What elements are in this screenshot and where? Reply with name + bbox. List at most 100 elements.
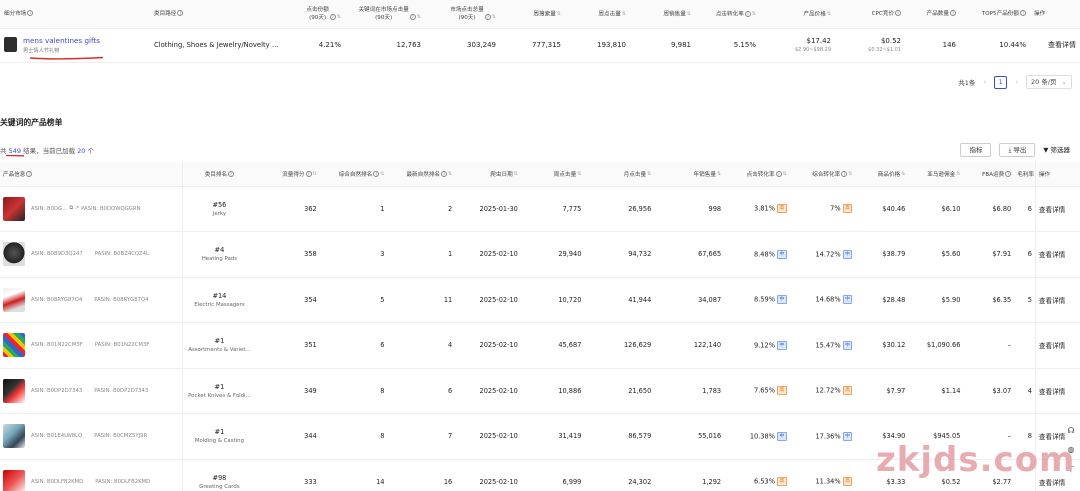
th-click-share[interactable]: 点击份额 (90天)? ⇅ [285, 0, 345, 29]
th-weekly-sales[interactable]: 周销售量⇅ [630, 0, 695, 29]
product-thumbnail[interactable] [3, 287, 25, 312]
asin-label[interactable]: ASIN: B01E4LW8LQ [31, 433, 82, 439]
help-icon[interactable]: ? [441, 171, 448, 178]
sort-icon[interactable]: ⇅ [687, 11, 691, 17]
view-detail-link[interactable]: 查看详情 [1034, 231, 1080, 278]
th-traffic-score[interactable]: 流量得分? ⇅ [256, 162, 320, 187]
help-icon[interactable]: ? [27, 10, 34, 17]
th-weekly-search[interactable]: 周搜索量⇅ [500, 0, 565, 29]
sort-icon[interactable]: ⇅ [337, 14, 341, 20]
help-icon[interactable]: ? [841, 171, 848, 178]
pasin-label[interactable]: PASIN: B08RYG87Q4 [94, 297, 148, 303]
sort-icon[interactable]: ⇅ [313, 171, 317, 177]
pasin-label[interactable]: PASIN: B0BZ4CQZ4L [95, 251, 149, 257]
help-icon[interactable]: ? [305, 171, 312, 178]
pasin-label[interactable]: PASIN: B0CMZ5YJ9R [94, 433, 147, 439]
th-margin[interactable]: 毛利率 [1014, 162, 1036, 187]
product-thumbnail[interactable] [3, 242, 25, 267]
sort-icon[interactable]: ⇅ [380, 171, 384, 177]
sort-icon[interactable]: ⇅ [752, 11, 756, 17]
th-click-cvr[interactable]: 点击转化率? ⇅ [724, 162, 790, 187]
asin-label[interactable]: ASIN: B0DLFB2KMD [31, 479, 83, 485]
th-monthly-clicks[interactable]: 月点击量⇅ [584, 162, 655, 187]
export-button[interactable]: ⤓ 导出 [999, 143, 1036, 157]
asin-label[interactable]: ASIN: B01N22CM3F [31, 342, 83, 348]
help-icon[interactable]: ? [228, 171, 235, 178]
view-detail-link[interactable]: 查看详情 [1034, 322, 1080, 369]
sort-icon[interactable]: ⇅ [514, 171, 518, 177]
th-latest-rank[interactable]: 最新自然排名? ⇅ [387, 162, 456, 187]
th-fba-fee[interactable]: FBA运费? [963, 162, 1015, 187]
help-icon[interactable]: ? [950, 10, 956, 17]
pasin-label[interactable]: PASIN: B0DP2D7343 [94, 388, 148, 394]
sort-icon[interactable]: ⇅ [901, 171, 905, 177]
th-weekly-clicks[interactable]: 周点击量⇅ [565, 0, 630, 29]
item-price-value: $38.79 [855, 231, 909, 278]
help-icon[interactable]: ? [329, 14, 336, 21]
th-weekly-clicks[interactable]: 周点击量⇅ [520, 162, 585, 187]
help-icon[interactable]: ? [484, 14, 491, 21]
sort-icon[interactable]: ⇅ [717, 171, 721, 177]
view-detail-link[interactable]: 查看详情 [1030, 28, 1080, 63]
sort-icon[interactable]: ⇅ [622, 11, 626, 17]
th-price[interactable]: 产品价格⇅ [760, 0, 835, 29]
asin-label[interactable]: ASIN: B0DG... [31, 206, 67, 212]
product-thumbnail[interactable] [3, 378, 25, 403]
rank-category: Jerky [212, 210, 227, 217]
th-overall-rank[interactable]: 综合自然排名? ⇅ [319, 162, 388, 187]
product-thumbnail[interactable] [3, 196, 25, 221]
metrics-button[interactable]: 指标 [960, 143, 992, 157]
view-detail-link[interactable]: 查看详情 [1034, 186, 1080, 232]
th-kw-clicks[interactable]: 关键词在市场点击量 (90天)? ⇅ [345, 0, 425, 29]
filter-button[interactable]: ▼ 筛选器 [1043, 143, 1070, 157]
product-thumbnail[interactable] [3, 424, 25, 449]
pager-next-icon[interactable]: › [1015, 78, 1018, 86]
th-item-price[interactable]: 商品价格⇅ [855, 162, 909, 187]
th-market-clicks[interactable]: 市场点击总量 (90天)? ⇅ [425, 0, 500, 29]
pasin-label[interactable]: PASIN: B0DQWQGGRN [81, 206, 140, 212]
view-detail-link[interactable]: 查看详情 [1034, 277, 1080, 323]
th-amazon-commission[interactable]: 亚马逊佣金⇅ [908, 162, 964, 187]
sort-icon[interactable]: ⇅ [577, 171, 581, 177]
pasin-label[interactable]: PASIN: B0DLFB2KMD [95, 479, 150, 485]
sort-icon[interactable]: ⇅ [783, 171, 787, 177]
help-icon[interactable]: ? [1020, 10, 1026, 17]
help-icon[interactable]: ? [775, 171, 782, 178]
help-icon[interactable]: ? [26, 171, 33, 178]
sort-icon[interactable]: ⇅ [827, 11, 831, 17]
sort-icon[interactable]: ⇅ [956, 171, 960, 177]
copy-icon[interactable]: ⧉ ↗ [69, 205, 79, 211]
help-icon[interactable]: ? [744, 10, 751, 17]
pager-current-page[interactable]: 1 [994, 75, 1008, 89]
help-icon[interactable]: ? [373, 171, 380, 178]
asin-label[interactable]: ASIN: B0B9D3Q247 [31, 251, 83, 257]
help-icon[interactable]: ? [409, 14, 416, 21]
help-icon[interactable]: ? [895, 10, 901, 17]
view-detail-link[interactable]: 查看详情 [1034, 368, 1080, 414]
help-icon[interactable]: ? [177, 10, 184, 17]
pager-prev-icon[interactable]: ‹ [983, 78, 986, 86]
sort-icon[interactable]: ⇅ [557, 11, 561, 17]
th-yearly-sales[interactable]: 年销售量⇅ [654, 162, 725, 187]
sort-icon[interactable]: ⇅ [492, 14, 496, 20]
keyword-link[interactable]: mens valentines gifts [23, 36, 100, 45]
category-path-link[interactable]: Clothing, Shoes & Jewelry/Novelty & ... [150, 28, 285, 63]
weekly-sales-value: 9,981 [630, 28, 695, 63]
asin-label[interactable]: ASIN: B0DP2D7343 [31, 388, 82, 394]
sort-icon[interactable]: ⇅ [848, 171, 852, 177]
headset-icon[interactable]: ☊ [1064, 424, 1078, 438]
sort-icon[interactable]: ⇅ [448, 171, 452, 177]
click-cvr-cell: 9.12% 中 [724, 322, 790, 369]
help-icon[interactable]: ? [1005, 171, 1012, 178]
pasin-label[interactable]: PASIN: B01N22CM3F [95, 342, 150, 348]
th-crawl-date[interactable]: 爬虫日期⇅ [455, 162, 521, 187]
product-thumbnail[interactable] [3, 469, 25, 491]
sort-icon[interactable]: ⇅ [647, 171, 651, 177]
product-thumbnail[interactable] [3, 333, 25, 358]
th-overall-cvr[interactable]: 综合转化率? ⇅ [789, 162, 856, 187]
page-size-select[interactable]: 20 条/页 ⌄ [1026, 75, 1072, 89]
th-cpc[interactable]: CPC竞价? [835, 0, 905, 29]
sort-icon[interactable]: ⇅ [417, 14, 421, 20]
asin-label[interactable]: ASIN: B08RYG87Q4 [31, 297, 82, 303]
th-cvr[interactable]: 点击转化率? ⇅ [695, 0, 760, 29]
